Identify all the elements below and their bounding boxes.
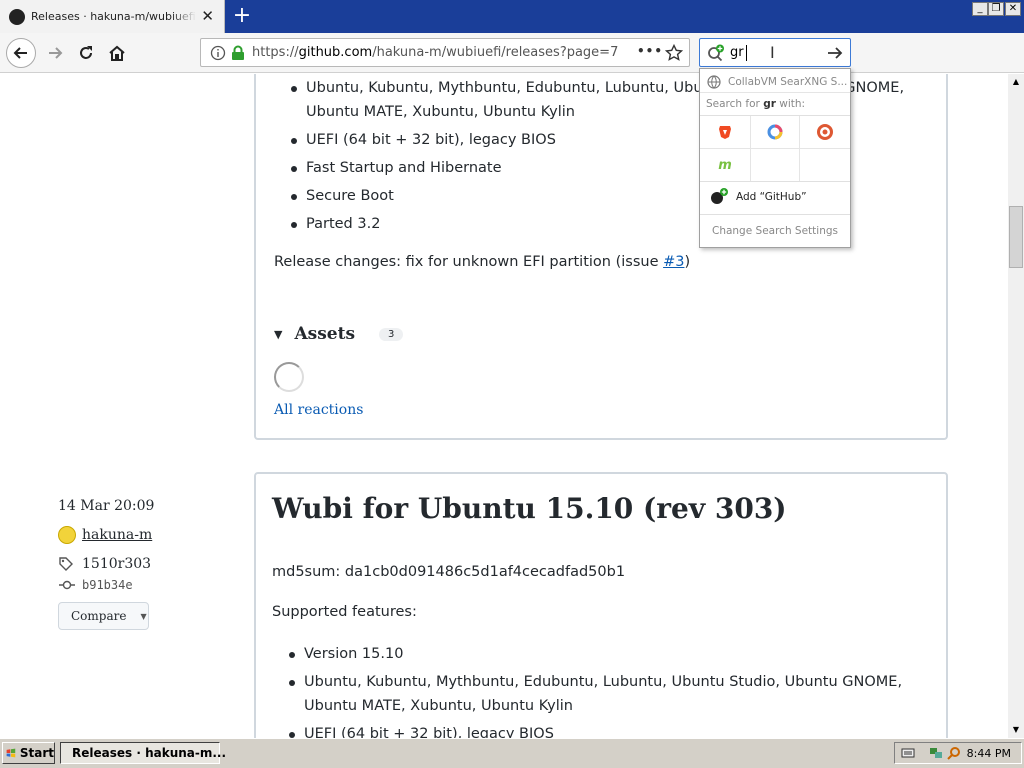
- mojeek-m-icon: m: [718, 157, 732, 173]
- loading-spinner-icon: [274, 362, 304, 392]
- scroll-up-arrow-icon[interactable]: ▲: [1008, 74, 1024, 90]
- triangle-down-icon: ▼: [274, 327, 283, 341]
- assets-count-badge: 3: [379, 327, 404, 341]
- release-commit[interactable]: b91b34e: [58, 578, 133, 592]
- search-suggestion[interactable]: CollabVM SearXNG S...: [700, 71, 850, 93]
- browser-tab-releases[interactable]: Releases · hakuna-m/wubiuefi · GitHub ✕: [0, 0, 225, 33]
- release-author: hakuna-m: [58, 526, 152, 544]
- supported-features-label: Supported features:: [272, 604, 417, 620]
- search-engine-add-icon[interactable]: [707, 44, 725, 62]
- text-select-cursor-icon: I: [770, 43, 775, 62]
- list-item: UEFI (64 bit + 32 bit), legacy BIOS: [272, 722, 912, 738]
- taskbar-clock: 8:44 PM: [966, 747, 1011, 760]
- search-suggestions-popup: CollabVM SearXNG S... Search for gr with…: [699, 68, 851, 248]
- back-button[interactable]: [6, 38, 36, 68]
- list-item: Ubuntu, Kubuntu, Mythbuntu, Edubuntu, Lu…: [272, 670, 912, 718]
- url-text: https://github.com/hakuna-m/wubiuefi/rel…: [252, 45, 619, 60]
- qwant-search-engine-button[interactable]: [750, 116, 800, 148]
- dropdown-caret-icon: ▼: [140, 611, 147, 621]
- author-link[interactable]: hakuna-m: [82, 527, 152, 543]
- issue-link[interactable]: #3: [663, 254, 684, 270]
- close-window-button[interactable]: ✕: [1005, 2, 1021, 16]
- taskbar-item-browser[interactable]: Releases · hakuna-m...: [60, 742, 226, 764]
- popup-divider: [700, 214, 850, 215]
- network-icon[interactable]: [929, 746, 943, 760]
- release-tag[interactable]: 1510r303: [58, 556, 151, 572]
- windows-taskbar: Start Releases · hakuna-m... 8:44 PM: [0, 738, 1024, 768]
- duckduckgo-icon: [817, 124, 833, 140]
- tab-title: Releases · hakuna-m/wubiuefi · GitHub: [31, 10, 196, 23]
- text-cursor: [746, 45, 747, 61]
- globe-icon: [707, 74, 721, 89]
- all-reactions-link[interactable]: All reactions: [274, 402, 363, 418]
- brave-search-engine-button[interactable]: [700, 116, 750, 148]
- change-search-settings[interactable]: Change Search Settings: [700, 217, 850, 245]
- assets-heading: Assets: [294, 324, 356, 344]
- release-changes: Release changes: fix for unknown EFI par…: [274, 254, 691, 270]
- windows-logo-icon: [6, 748, 16, 758]
- page-scrollbar[interactable]: ▲ ▼: [1008, 74, 1024, 738]
- home-icon: [109, 45, 125, 61]
- maximize-window-button[interactable]: ❐: [988, 2, 1004, 16]
- qwant-icon: [767, 124, 783, 140]
- mojeek-search-engine-button[interactable]: m: [700, 149, 750, 181]
- release-card-1510: Wubi for Ubuntu 15.10 (rev 303) md5sum: …: [254, 472, 948, 738]
- navigation-toolbar: https://github.com/hakuna-m/wubiuefi/rel…: [0, 33, 1024, 93]
- forward-button[interactable]: [40, 38, 70, 68]
- back-arrow-icon: [13, 47, 27, 59]
- search-go-arrow-icon[interactable]: [826, 45, 844, 61]
- reload-button[interactable]: [71, 38, 101, 68]
- reload-icon: [80, 46, 92, 59]
- brave-lion-icon: [719, 126, 731, 139]
- url-bar[interactable]: https://github.com/hakuna-m/wubiuefi/rel…: [200, 38, 690, 67]
- search-bar[interactable]: gr I: [699, 38, 851, 67]
- bookmark-star-icon[interactable]: [665, 44, 683, 62]
- start-button[interactable]: Start: [2, 742, 55, 764]
- tab-close-icon[interactable]: ✕: [201, 8, 214, 24]
- scroll-down-arrow-icon[interactable]: ▼: [1008, 722, 1024, 738]
- new-tab-button[interactable]: +: [230, 3, 254, 29]
- scroll-thumb[interactable]: [1009, 206, 1023, 268]
- page-actions-icon[interactable]: •••: [637, 44, 663, 58]
- list-item: Version 15.10: [272, 642, 912, 666]
- feature-list-1510: Version 15.10 Ubuntu, Kubuntu, Mythbuntu…: [272, 642, 912, 738]
- browser-titlebar: Releases · hakuna-m/wubiuefi · GitHub ✕ …: [0, 0, 1024, 33]
- search-input-value[interactable]: gr: [730, 45, 744, 60]
- empty-engine-cell: [750, 149, 800, 181]
- release-title[interactable]: Wubi for Ubuntu 15.10 (rev 303): [272, 492, 787, 525]
- md5sum-text: md5sum: da1cb0d091486c5d1af4cecadfad50b1: [272, 564, 626, 580]
- assets-toggle[interactable]: ▼ Assets 3: [274, 324, 404, 344]
- magnifier-tray-icon[interactable]: [947, 746, 961, 760]
- home-button[interactable]: [102, 38, 132, 68]
- github-add-icon: [711, 188, 728, 204]
- avatar: [58, 526, 76, 544]
- tag-icon: [59, 557, 73, 571]
- system-tray: 8:44 PM: [894, 742, 1022, 764]
- keyboard-icon[interactable]: [901, 747, 915, 759]
- github-favicon-icon: [9, 8, 25, 25]
- search-for-label: Search for gr with:: [706, 98, 806, 110]
- duckduckgo-search-engine-button[interactable]: [800, 116, 850, 148]
- add-github-search-engine[interactable]: Add “GitHub”: [700, 183, 850, 211]
- commit-icon: [59, 580, 75, 590]
- minimize-window-button[interactable]: _: [972, 2, 988, 16]
- forward-arrow-icon: [49, 47, 63, 59]
- lock-icon: [232, 45, 244, 60]
- popup-divider: [700, 181, 850, 182]
- info-icon[interactable]: [210, 45, 226, 61]
- page-content: Ubuntu, Kubuntu, Mythbuntu, Edubuntu, Lu…: [0, 74, 1008, 738]
- compare-button[interactable]: Compare ▼: [58, 602, 149, 630]
- release-date: 14 Mar 20:09: [58, 498, 155, 514]
